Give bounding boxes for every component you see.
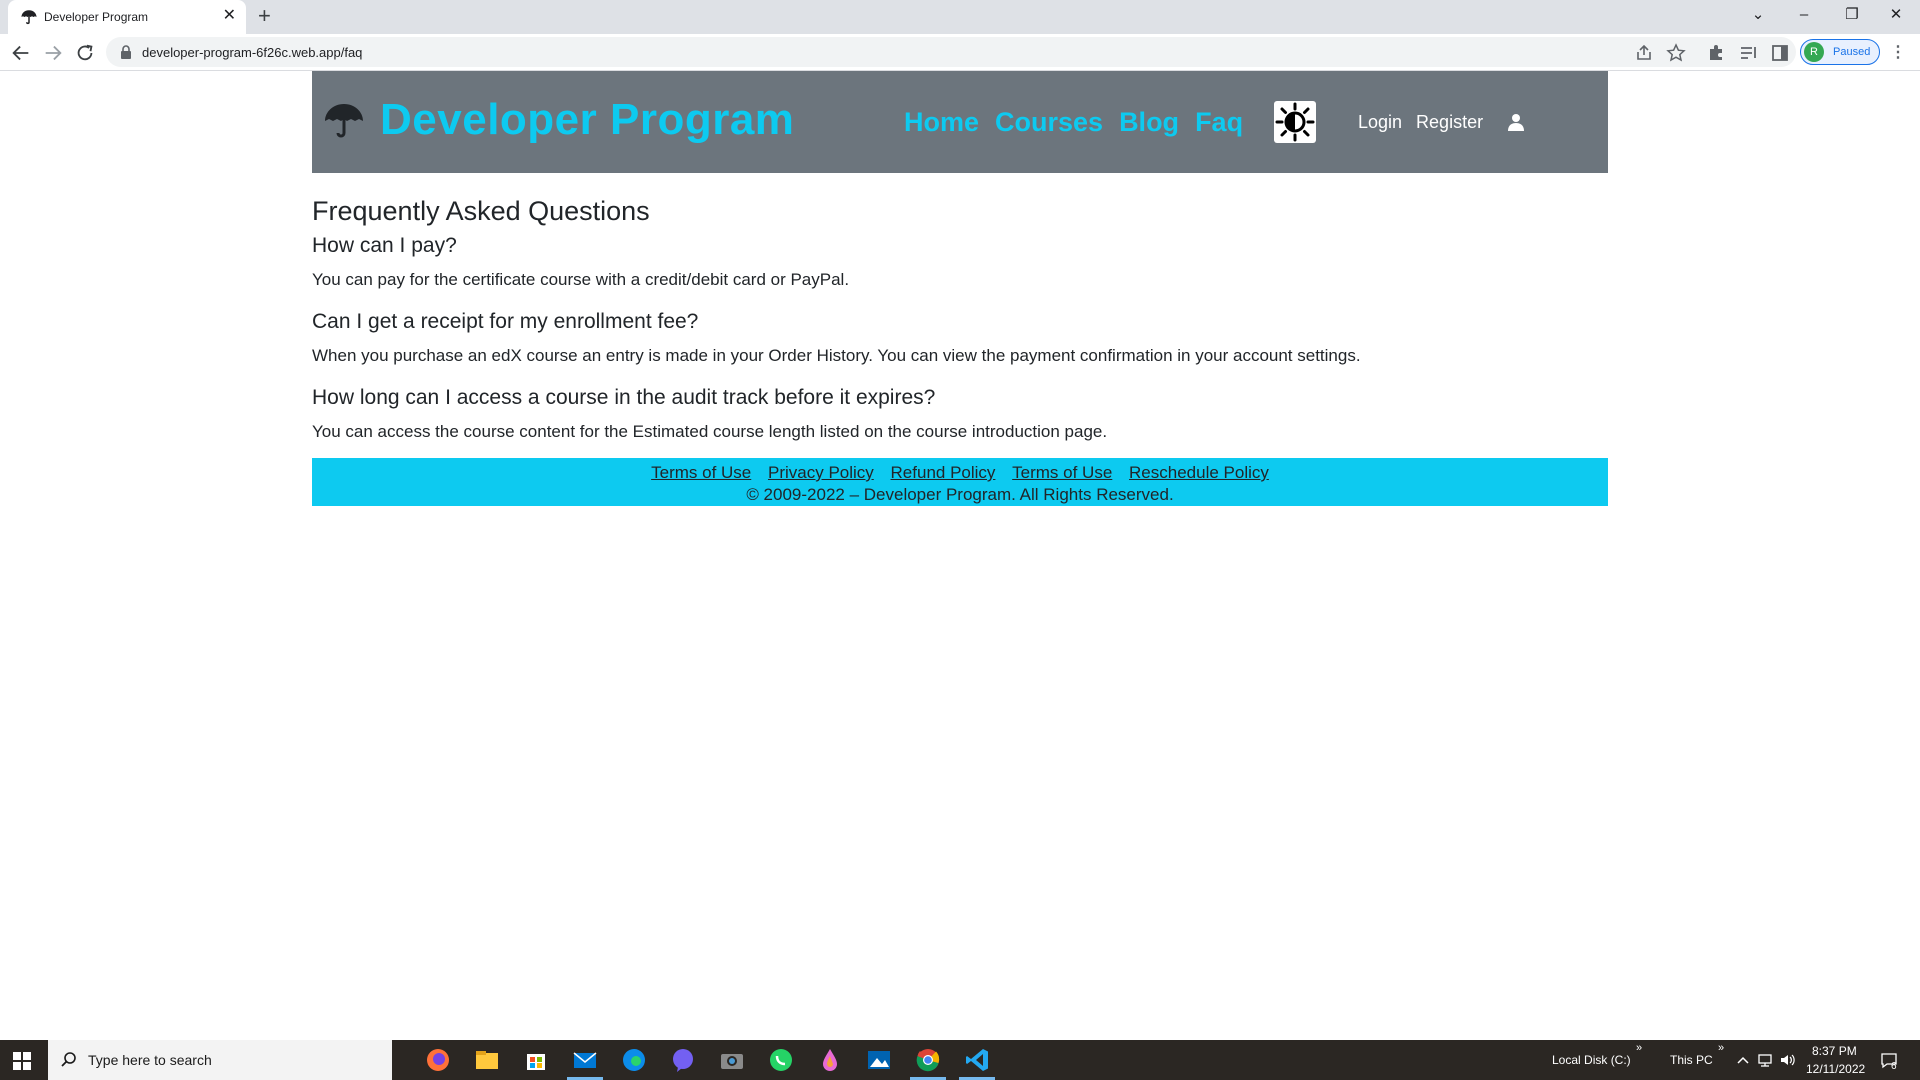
browser-toolbar: developer-program-6f26c.web.app/faq R Pa… — [0, 34, 1920, 71]
profile-avatar: R — [1804, 42, 1824, 62]
share-icon[interactable] — [1634, 43, 1654, 63]
footer-link-terms-2[interactable]: Terms of Use — [1012, 463, 1112, 482]
footer-links: Terms of Use Privacy Policy Refund Polic… — [312, 458, 1608, 484]
nav-home[interactable]: Home — [904, 107, 979, 138]
vscode-icon[interactable] — [963, 1046, 991, 1074]
umbrella-logo-icon[interactable] — [322, 99, 366, 143]
windows-start-icon[interactable] — [13, 1052, 31, 1070]
nav-blog[interactable]: Blog — [1119, 107, 1179, 138]
url-text: developer-program-6f26c.web.app/faq — [142, 45, 363, 60]
microsoft-store-icon[interactable] — [522, 1046, 550, 1074]
faq-section: Frequently Asked Questions How can I pay… — [312, 195, 1608, 461]
theme-toggle-button[interactable] — [1274, 101, 1316, 143]
extensions-puzzle-icon[interactable] — [1706, 43, 1726, 63]
user-icon[interactable] — [1506, 112, 1526, 132]
browser-tab-strip: Developer Program ✕ + ⌄ – ❐ ✕ — [0, 0, 1920, 34]
chevron-up-icon[interactable] — [1735, 1052, 1751, 1068]
browser-tab[interactable]: Developer Program ✕ — [8, 0, 246, 34]
site-header: Developer Program Home Courses Blog Faq … — [312, 71, 1608, 173]
faq-answer: You can pay for the certificate course w… — [312, 270, 850, 289]
login-link[interactable]: Login — [1358, 112, 1402, 133]
notification-count-badge: 6 — [1891, 1061, 1897, 1072]
photos-icon[interactable] — [865, 1046, 893, 1074]
paint-drop-icon[interactable] — [816, 1046, 844, 1074]
address-bar[interactable]: developer-program-6f26c.web.app/faq — [106, 37, 1796, 67]
tab-title: Developer Program — [44, 10, 149, 24]
taskbar-search-box[interactable]: Type here to search — [48, 1040, 392, 1080]
main-nav: Home Courses Blog Faq — [904, 107, 1243, 138]
nav-faq[interactable]: Faq — [1195, 107, 1243, 138]
faq-question: Can I get a receipt for my enrollment fe… — [312, 310, 699, 333]
profile-status-label: Paused — [1833, 46, 1871, 58]
mail-icon[interactable] — [571, 1046, 599, 1074]
back-arrow-icon[interactable] — [10, 42, 32, 64]
umbrella-favicon-icon — [21, 10, 37, 25]
forward-arrow-icon[interactable] — [42, 42, 64, 64]
footer-link-refund[interactable]: Refund Policy — [891, 463, 996, 482]
window-close-icon[interactable]: ✕ — [1876, 3, 1916, 27]
reload-icon[interactable] — [74, 42, 96, 64]
nav-courses[interactable]: Courses — [995, 107, 1103, 138]
local-disk-overflow-icon[interactable]: » — [1636, 1042, 1642, 1054]
network-icon[interactable] — [1757, 1052, 1773, 1068]
clock-date[interactable]: 12/11/2022 — [1806, 1062, 1865, 1076]
profile-button[interactable]: R Paused — [1800, 39, 1880, 65]
site-footer: Terms of Use Privacy Policy Refund Polic… — [312, 458, 1608, 506]
minimize-icon[interactable]: – — [1784, 3, 1824, 27]
whatsapp-icon[interactable] — [767, 1046, 795, 1074]
faq-answer: When you purchase an edX course an entry… — [312, 346, 1361, 365]
lock-icon — [121, 45, 131, 59]
chrome-icon[interactable] — [914, 1046, 942, 1074]
local-disk-toolbar[interactable]: Local Disk (C:) — [1552, 1053, 1631, 1067]
tab-close-icon[interactable]: ✕ — [223, 7, 236, 25]
side-panel-icon[interactable] — [1770, 43, 1790, 63]
reading-list-icon[interactable] — [1738, 43, 1758, 63]
camera-icon[interactable] — [718, 1046, 746, 1074]
this-pc-overflow-icon[interactable]: » — [1718, 1042, 1724, 1054]
viber-icon[interactable] — [669, 1046, 697, 1074]
register-link[interactable]: Register — [1416, 112, 1483, 133]
faq-question: How long can I access a course in the au… — [312, 386, 936, 409]
windows-taskbar: Type here to search Local Disk (C:) » Th… — [0, 1040, 1920, 1080]
tab-search-chevron-icon[interactable]: ⌄ — [1738, 3, 1778, 27]
file-explorer-icon[interactable] — [473, 1046, 501, 1074]
search-placeholder: Type here to search — [88, 1052, 212, 1068]
footer-link-privacy[interactable]: Privacy Policy — [768, 463, 874, 482]
page-title: Frequently Asked Questions — [312, 196, 650, 226]
restore-icon[interactable]: ❐ — [1832, 3, 1872, 27]
auth-links: Login Register — [1358, 112, 1483, 133]
sun-icon — [1275, 102, 1315, 142]
clock-time[interactable]: 8:37 PM — [1812, 1044, 1857, 1058]
edge-icon[interactable] — [620, 1046, 648, 1074]
search-icon — [61, 1052, 76, 1067]
brand-title[interactable]: Developer Program — [380, 95, 794, 145]
bookmark-star-icon[interactable] — [1666, 43, 1686, 63]
firefox-icon[interactable] — [424, 1046, 452, 1074]
faq-answer: You can access the course content for th… — [312, 422, 1108, 441]
browser-menu-icon[interactable]: ⋮ — [1890, 42, 1906, 62]
this-pc-toolbar[interactable]: This PC — [1670, 1053, 1713, 1067]
new-tab-icon[interactable]: + — [258, 4, 271, 28]
footer-link-reschedule[interactable]: Reschedule Policy — [1129, 463, 1269, 482]
footer-link-terms[interactable]: Terms of Use — [651, 463, 751, 482]
volume-icon[interactable] — [1779, 1052, 1795, 1068]
copyright-text: © 2009-2022 – Developer Program. All Rig… — [746, 485, 1174, 504]
faq-question: How can I pay? — [312, 234, 457, 257]
